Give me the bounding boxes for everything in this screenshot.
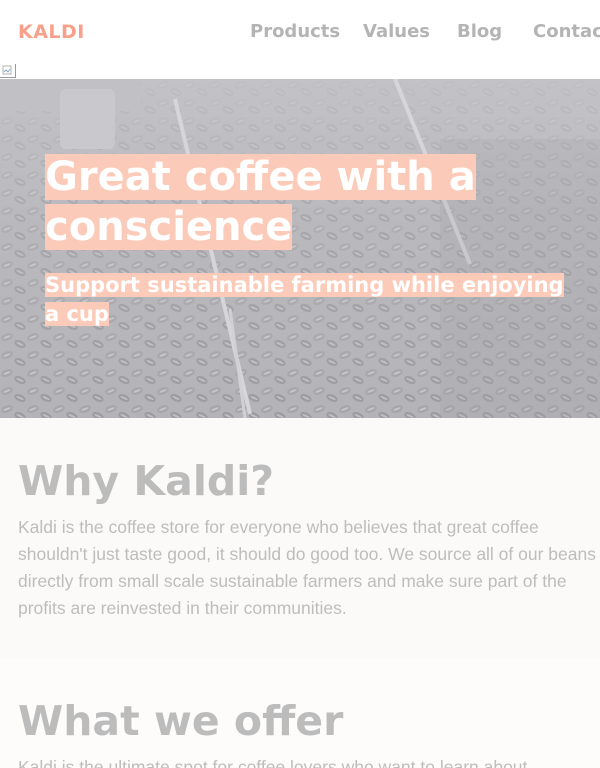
why-kaldi-heading: Why Kaldi?: [18, 457, 275, 505]
hero-banner: Great coffee with a conscience Support s…: [0, 79, 600, 418]
hero-subtitle-text: Support sustainable farming while enjoyi…: [45, 273, 564, 326]
why-kaldi-text: Kaldi is the coffee store for everyone w…: [18, 517, 596, 618]
hero-subtitle: Support sustainable farming while enjoyi…: [45, 271, 565, 329]
nav-link-products[interactable]: Products: [250, 20, 340, 44]
header-divider-strip: [0, 64, 600, 79]
what-we-offer-heading: What we offer: [18, 697, 344, 745]
hero-title-text: Great coffee with a conscience: [45, 154, 476, 250]
what-we-offer-text: Kaldi is the ultimate spot for coffee lo…: [18, 757, 528, 768]
nav-link-values[interactable]: Values: [363, 20, 430, 44]
nav-link-blog[interactable]: Blog: [457, 20, 502, 44]
what-we-offer-section: What we offer Kaldi is the ultimate spot…: [0, 659, 600, 768]
site-header: KALDI Products Values Blog Contact: [0, 0, 600, 64]
hero-title: Great coffee with a conscience: [45, 152, 565, 252]
broken-image-icon: [0, 64, 16, 78]
logo[interactable]: KALDI: [18, 22, 85, 42]
why-kaldi-section: Why Kaldi? Kaldi is the coffee store for…: [0, 418, 600, 659]
nav-link-contact[interactable]: Contact: [533, 20, 600, 44]
